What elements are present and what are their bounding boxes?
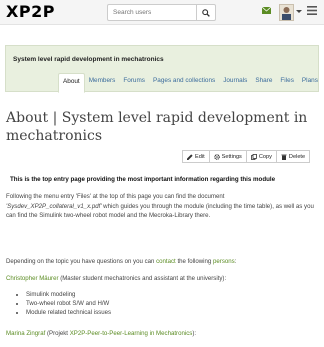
contact-text-a: Depending on the topic you have question… — [6, 258, 157, 265]
intro-paragraph: Following the menu entry 'Files' at the … — [6, 192, 318, 221]
tab-pages-and-collections[interactable]: Pages and collections — [149, 73, 219, 91]
delete-label: Delete — [288, 153, 306, 160]
project-link[interactable]: XP2P-Peer-to-Peer-Learning in Mechatroni… — [70, 330, 193, 337]
menu-icon[interactable] — [307, 6, 317, 15]
person1-name: Christopher Mäurer — [6, 275, 59, 282]
gear-icon — [213, 153, 220, 160]
delete-button[interactable]: Delete — [275, 150, 311, 163]
search-button[interactable] — [196, 5, 215, 20]
tab-about[interactable]: About — [58, 73, 85, 93]
tab-share[interactable]: Share — [251, 73, 276, 91]
copy-button[interactable]: Copy — [245, 150, 277, 163]
search-icon — [202, 8, 210, 17]
edit-label: Edit — [195, 153, 205, 160]
copy-label: Copy — [258, 153, 272, 160]
edit-button[interactable]: Edit — [182, 150, 210, 163]
person-christopher: Christopher Mäurer (Master student mecha… — [6, 275, 226, 282]
persons-word: persons — [213, 258, 235, 265]
document-name: 'Sysdev_XP2P_collateral_v1_x.pdf' — [6, 202, 102, 210]
copy-icon — [250, 153, 257, 160]
tab-journals[interactable]: Journals — [219, 73, 251, 91]
contact-paragraph: Depending on the topic you have question… — [6, 258, 318, 265]
contact-text-c: the following — [175, 258, 214, 265]
person1-topics: Simulink modeling Two-wheel robot S/W an… — [16, 290, 111, 317]
top-navbar: XP2P — [0, 0, 324, 25]
person2-name: Marina Zingraf — [6, 330, 46, 337]
contact-word: contact — [156, 258, 176, 265]
pencil-icon — [187, 153, 193, 160]
lead-text: This is the top entry page providing the… — [10, 176, 276, 183]
chevron-down-icon[interactable] — [296, 10, 302, 13]
tab-forums[interactable]: Forums — [119, 73, 149, 91]
intro-text-a: Following the menu entry 'Files' at the … — [6, 193, 225, 200]
page-actions: Edit Settings Copy Delete — [182, 150, 311, 163]
page-title: About | System level rapid development i… — [6, 110, 308, 144]
trash-icon — [281, 154, 287, 160]
settings-label: Settings — [221, 153, 242, 160]
person-marina: Marina Zingraf (Projekt XP2P-Peer-to-Pee… — [6, 330, 196, 337]
logo[interactable]: XP2P — [6, 2, 55, 22]
contact-text-e: : — [234, 258, 237, 265]
person2-text-a: (Projekt — [45, 330, 70, 337]
person1-description: (Master student mechatronics and assista… — [58, 275, 227, 282]
list-item: Two-wheel robot S/W and H/W — [26, 299, 111, 308]
list-item: Module related technical issues — [26, 308, 111, 317]
group-tabs: About Members Forums Pages and collectio… — [5, 73, 322, 93]
settings-button[interactable]: Settings — [208, 150, 247, 163]
tab-files[interactable]: Files — [276, 73, 298, 91]
group-title[interactable]: System level rapid development in mechat… — [13, 56, 164, 63]
mail-icon[interactable] — [262, 7, 271, 14]
list-item: Simulink modeling — [26, 290, 111, 299]
person2-text-b: ): — [192, 330, 197, 337]
tab-plans[interactable]: Plans — [298, 73, 322, 91]
search-box — [107, 4, 216, 21]
search-input[interactable] — [108, 5, 199, 20]
tab-members[interactable]: Members — [85, 73, 120, 91]
user-avatar[interactable] — [279, 4, 294, 21]
